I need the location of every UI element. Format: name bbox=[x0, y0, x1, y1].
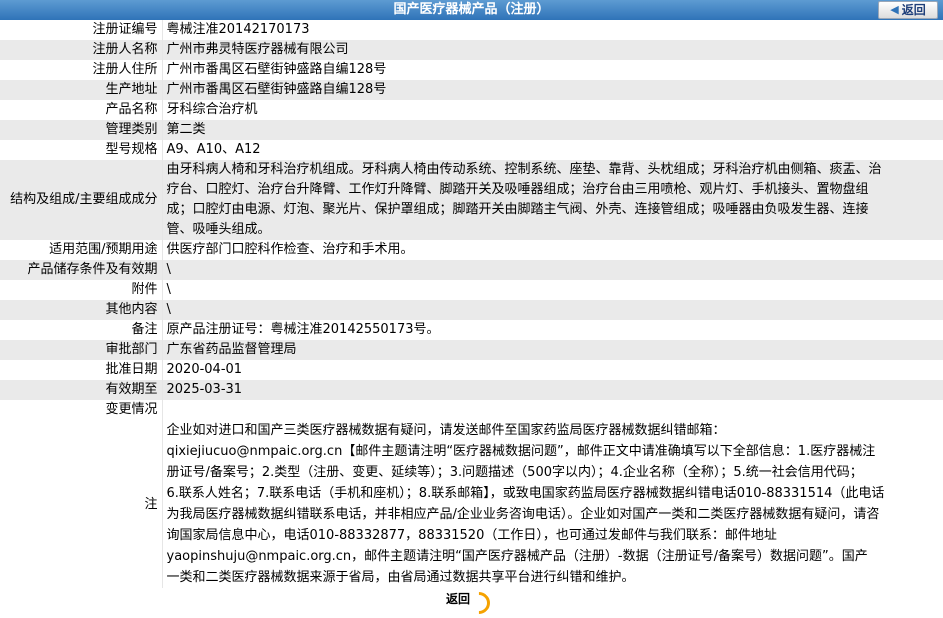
field-value-line: 成；口腔灯由电源、灯泡、聚光片、保护罩组成；脚踏开关由脚踏主气阀、外壳、连接管组… bbox=[166, 202, 869, 217]
note-line: 一类和二类医疗器械数据来源于省局，由省局通过数据共享平台进行纠错和维护。 bbox=[166, 570, 635, 585]
field-label: 批准日期 bbox=[0, 360, 163, 380]
note-line: 6.联系人姓名；7.联系电话（手机和座机）；8.联系邮箱】，或致电国家药监局医疗… bbox=[166, 486, 885, 501]
note-label: 注 bbox=[0, 420, 163, 588]
field-label: 附件 bbox=[0, 280, 163, 300]
field-value: 广州市番禺区石壁街钟盛路自编128号 bbox=[162, 80, 943, 100]
field-value: 2025-03-31 bbox=[162, 380, 943, 400]
info-row: 其他内容 \ bbox=[0, 300, 943, 320]
info-row: 备注 原产品注册证号：粤械注准20142550173号。 bbox=[0, 320, 943, 340]
field-label: 管理类别 bbox=[0, 120, 163, 140]
info-row: 产品储存条件及有效期 \ bbox=[0, 260, 943, 280]
info-row: 适用范围/预期用途 供医疗部门口腔科作检查、治疗和手术用。 bbox=[0, 240, 943, 260]
field-label: 结构及组成/主要组成成分 bbox=[0, 160, 163, 240]
info-row: 批准日期 2020-04-01 bbox=[0, 360, 943, 380]
field-value: 供医疗部门口腔科作检查、治疗和手术用。 bbox=[166, 242, 414, 257]
field-value: 牙科综合治疗机 bbox=[166, 102, 258, 117]
field-label: 注册人名称 bbox=[0, 40, 163, 60]
note-row: 注 企业如对进口和国产三类医疗器械数据有疑问，请发送邮件至国家药监局医疗器械数据… bbox=[0, 420, 943, 588]
field-value-line: 管、吸唾头组成。 bbox=[166, 222, 271, 237]
field-label: 产品名称 bbox=[0, 100, 163, 120]
field-value: \ bbox=[162, 260, 943, 280]
info-row: 注册证编号 粤械注准20142170173 bbox=[0, 20, 943, 40]
field-value: 原产品注册证号：粤械注准20142550173号。 bbox=[166, 322, 440, 337]
field-value: 广州市弗灵特医疗器械有限公司 bbox=[162, 40, 943, 60]
info-row: 审批部门 广东省药品监督管理局 bbox=[0, 340, 943, 360]
field-value: 由牙科病人椅和牙科治疗机组成。牙科病人椅由传动系统、控制系统、座垫、靠背、头枕组… bbox=[162, 160, 943, 240]
info-row: 附件 \ bbox=[0, 280, 943, 300]
back-button-label: 返回 bbox=[446, 592, 471, 606]
info-row: 结构及组成/主要组成成分 由牙科病人椅和牙科治疗机组成。牙科病人椅由传动系统、控制… bbox=[0, 160, 943, 240]
field-label: 审批部门 bbox=[0, 340, 163, 360]
field-value bbox=[162, 400, 943, 420]
note-line: 为我局医疗器械数据纠错联系电话，并非相应产品/企业业务咨询电话）。企业如对国产一… bbox=[166, 507, 880, 522]
field-label: 变更情况 bbox=[0, 400, 163, 420]
page-header: 国产医疗器械产品（注册） ◀ 返回 bbox=[0, 0, 943, 20]
back-button-label: 返回 bbox=[901, 3, 926, 17]
note-line: yaopinshuju@nmpaic.org.cn，邮件主题请注明“国产医疗器械… bbox=[166, 549, 868, 564]
field-value: 广州市番禺区石壁街钟盛路自编128号 bbox=[166, 62, 387, 77]
field-label: 适用范围/预期用途 bbox=[0, 240, 163, 260]
back-arrow-icon: ◀ bbox=[890, 3, 899, 16]
product-info-table: 注册证编号 粤械注准20142170173 注册人名称 广州市弗灵特医疗器械有限公司注… bbox=[0, 20, 943, 588]
info-row: 注册人名称 广州市弗灵特医疗器械有限公司 bbox=[0, 40, 943, 60]
field-label: 注册人住所 bbox=[0, 60, 163, 80]
field-label: 型号规格 bbox=[0, 140, 163, 160]
field-value: 广东省药品监督管理局 bbox=[162, 340, 943, 360]
info-row: 产品名称 牙科综合治疗机 bbox=[0, 100, 943, 120]
page-title: 国产医疗器械产品（注册） bbox=[393, 2, 550, 17]
info-row: 生产地址 广州市番禺区石壁街钟盛路自编128号 bbox=[0, 80, 943, 100]
note-line: 册证号/备案号；2.类型（注册、变更、延续等）；3.问题描述（500字以内）；4… bbox=[166, 465, 863, 480]
note-text: 企业如对进口和国产三类医疗器械数据有疑问，请发送邮件至国家药监局医疗器械数据纠错… bbox=[162, 420, 943, 588]
field-label: 注册证编号 bbox=[0, 20, 163, 40]
field-value: A9、A10、A12 bbox=[166, 142, 261, 157]
field-value: 2020-04-01 bbox=[166, 362, 243, 377]
field-value-line: 由牙科病人椅和牙科治疗机组成。牙科病人椅由传动系统、控制系统、座垫、靠背、头枕组… bbox=[166, 162, 882, 177]
field-value: 第二类 bbox=[162, 120, 943, 140]
field-label: 有效期至 bbox=[0, 380, 163, 400]
field-label: 产品储存条件及有效期 bbox=[0, 260, 163, 280]
info-row: 型号规格 A9、A10、A12 bbox=[0, 140, 943, 160]
field-value: 粤械注准20142170173 bbox=[166, 22, 310, 37]
note-line: qixiejiucuo@nmpaic.org.cn【邮件主题请注明“医疗器械数据… bbox=[166, 444, 876, 459]
info-row: 有效期至 2025-03-31 bbox=[0, 380, 943, 400]
note-line: 企业如对进口和国产三类医疗器械数据有疑问，请发送邮件至国家药监局医疗器械数据纠错… bbox=[166, 423, 726, 438]
field-label: 生产地址 bbox=[0, 80, 163, 100]
info-row: 管理类别 第二类 bbox=[0, 120, 943, 140]
info-row: 变更情况 bbox=[0, 400, 943, 420]
back-button-top[interactable]: ◀ 返回 bbox=[878, 1, 938, 19]
info-row: 注册人住所 广州市番禺区石壁街钟盛路自编128号 bbox=[0, 60, 943, 80]
back-button-bottom[interactable]: 返回 bbox=[446, 586, 495, 618]
note-line: 询国家局信息中心，电话010-88332877，88331520（工作日），也可… bbox=[166, 528, 777, 543]
field-value: \ bbox=[166, 282, 171, 297]
field-label: 其他内容 bbox=[0, 300, 163, 320]
field-value-line: 疗台、口腔灯、治疗台升降臂、工作灯升降臂、脚踏开关及吸唾器组成；治疗台由三用喷枪… bbox=[166, 182, 869, 197]
field-label: 备注 bbox=[0, 320, 163, 340]
field-value: \ bbox=[162, 300, 943, 320]
